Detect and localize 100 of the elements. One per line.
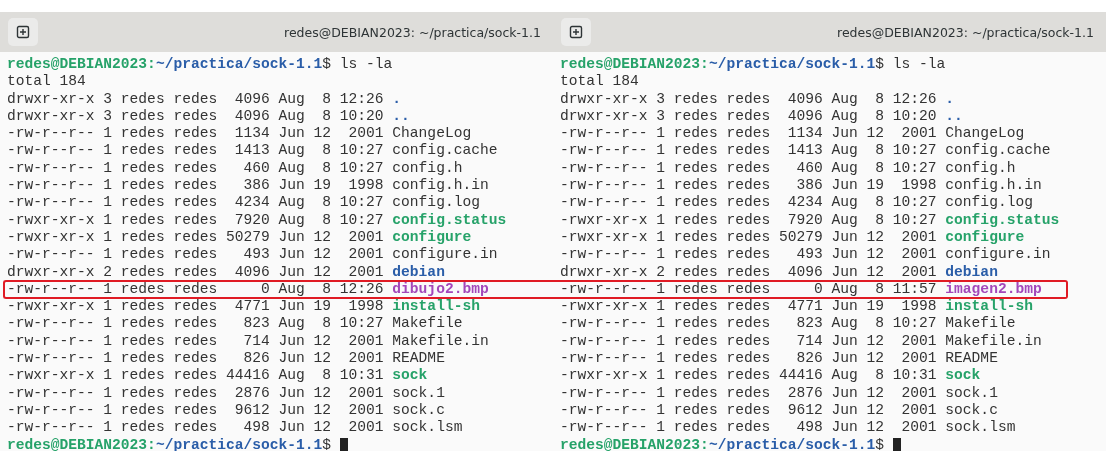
plus-box-icon — [569, 25, 583, 39]
window-title: redes@DEBIAN2023: ~/practica/sock-1.1 — [837, 24, 1094, 40]
file-name: sock.c — [392, 401, 445, 420]
file-name: . — [945, 90, 955, 108]
file-details: -rwxr-xr-x 1 redes redes 4771 Jun 19 1998 — [560, 298, 937, 316]
file-details: drwxr-xr-x 2 redes redes 4096 Jun 12 2001 — [560, 263, 937, 281]
file-details: -rw-r--r-- 1 redes redes 9612 Jun 12 2001 — [7, 401, 384, 420]
file-details: -rw-r--r-- 1 redes redes 0 Aug 8 12:26 — [7, 280, 384, 299]
file-name: config.h — [945, 159, 1016, 178]
file-details: drwxr-xr-x 3 redes redes 4096 Aug 8 10:20 — [560, 107, 937, 126]
file-name: sock.c — [945, 401, 998, 420]
file-name: sock.lsm — [392, 419, 463, 437]
prompt-path: ~/practica/sock-1.1 — [155, 436, 323, 451]
file-name: ChangeLog — [945, 125, 1025, 143]
file-details: -rw-r--r-- 1 redes redes 386 Jun 19 1998 — [7, 177, 384, 195]
total-text: total 184 — [7, 73, 86, 91]
total-text: total 184 — [560, 73, 639, 91]
file-details: drwxr-xr-x 3 redes redes 4096 Aug 8 12:26 — [560, 90, 937, 108]
prompt-path: ~/practica/sock-1.1 — [155, 56, 323, 74]
file-details: -rw-r--r-- 1 redes redes 2876 Jun 12 2001 — [7, 384, 384, 402]
file-name: debian — [392, 263, 445, 281]
file-details: -rw-r--r-- 1 redes redes 826 Jun 12 2001 — [560, 350, 937, 368]
file-details: -rw-r--r-- 1 redes redes 493 Jun 12 2001 — [560, 246, 937, 264]
new-tab-button[interactable] — [561, 18, 591, 46]
file-details: -rw-r--r-- 1 redes redes 460 Aug 8 10:27 — [7, 159, 384, 178]
file-details: -rw-r--r-- 1 redes redes 4234 Aug 8 10:27 — [7, 194, 384, 212]
file-name: ChangeLog — [392, 125, 472, 143]
file-details: -rw-r--r-- 1 redes redes 498 Jun 12 2001 — [560, 419, 937, 437]
file-details: drwxr-xr-x 2 redes redes 4096 Jun 12 2001 — [7, 263, 384, 281]
file-name: debian — [945, 263, 998, 281]
prompt-user-host: redes@DEBIAN2023: — [560, 56, 709, 74]
plus-box-icon — [16, 25, 30, 39]
prompt-path: ~/practica/sock-1.1 — [708, 56, 876, 74]
file-details: -rw-r--r-- 1 redes redes 4234 Aug 8 10:27 — [560, 194, 937, 212]
file-name: configure — [945, 228, 1025, 247]
file-name: .. — [392, 107, 410, 126]
file-name: sock.1 — [392, 384, 445, 402]
file-name: config.cache — [945, 142, 1051, 160]
prompt-user-host: redes@DEBIAN2023: — [7, 436, 156, 451]
file-name: config.h.in — [392, 177, 489, 195]
file-name: install-sh — [392, 298, 480, 316]
file-name: sock.1 — [945, 384, 998, 402]
file-details: -rw-r--r-- 1 redes redes 460 Aug 8 10:27 — [560, 159, 937, 178]
file-details: -rw-r--r-- 1 redes redes 0 Aug 8 11:57 — [560, 280, 937, 299]
file-details: -rwxr-xr-x 1 redes redes 50279 Jun 12 2001 — [560, 228, 937, 247]
file-details: -rw-r--r-- 1 redes redes 493 Jun 12 2001 — [7, 246, 384, 264]
file-details: -rw-r--r-- 1 redes redes 1134 Jun 12 2001 — [7, 125, 384, 143]
file-details: -rw-r--r-- 1 redes redes 498 Jun 12 2001 — [7, 419, 384, 437]
file-name: config.h — [392, 159, 463, 178]
text-cursor — [340, 437, 349, 451]
file-name: configure.in — [945, 246, 1051, 264]
file-name: dibujo2.bmp — [392, 280, 489, 299]
file-name: config.status — [945, 211, 1060, 229]
file-name: README — [392, 350, 445, 368]
file-details: -rwxr-xr-x 1 redes redes 44416 Aug 8 10:31 — [7, 367, 384, 385]
file-name: configure.in — [392, 246, 498, 264]
file-details: -rw-r--r-- 1 redes redes 826 Jun 12 2001 — [7, 350, 384, 368]
file-name: imagen2.bmp — [945, 280, 1042, 299]
file-name: install-sh — [945, 298, 1033, 316]
file-name: . — [392, 90, 402, 108]
file-details: -rw-r--r-- 1 redes redes 386 Jun 19 1998 — [560, 177, 937, 195]
file-name: README — [945, 350, 998, 368]
command-text: $ — [322, 436, 332, 451]
file-name: Makefile.in — [945, 332, 1042, 351]
file-details: -rwxr-xr-x 1 redes redes 7920 Aug 8 10:27 — [7, 211, 384, 229]
file-name: Makefile — [392, 315, 463, 333]
file-details: drwxr-xr-x 3 redes redes 4096 Aug 8 12:26 — [7, 90, 384, 108]
file-name: config.h.in — [945, 177, 1042, 195]
file-name: sock.lsm — [945, 419, 1016, 437]
file-details: -rw-r--r-- 1 redes redes 1413 Aug 8 10:27 — [7, 142, 384, 160]
file-details: -rw-r--r-- 1 redes redes 1413 Aug 8 10:27 — [560, 142, 937, 160]
file-details: -rw-r--r-- 1 redes redes 823 Aug 8 10:27 — [560, 315, 937, 333]
window-title: redes@DEBIAN2023: ~/practica/sock-1.1 — [284, 24, 541, 40]
file-name: Makefile.in — [392, 332, 489, 351]
command-text: $ ls -la — [875, 56, 946, 74]
new-tab-button[interactable] — [8, 18, 38, 46]
file-name: config.status — [392, 211, 507, 229]
file-details: -rwxr-xr-x 1 redes redes 50279 Jun 12 2001 — [7, 228, 384, 247]
file-details: -rw-r--r-- 1 redes redes 714 Jun 12 2001 — [560, 332, 937, 351]
file-details: -rw-r--r-- 1 redes redes 714 Jun 12 2001 — [7, 332, 384, 351]
file-name: config.log — [945, 194, 1033, 212]
prompt-user-host: redes@DEBIAN2023: — [7, 56, 156, 74]
command-text: $ ls -la — [322, 56, 393, 74]
prompt-path: ~/practica/sock-1.1 — [708, 436, 876, 451]
file-details: -rwxr-xr-x 1 redes redes 44416 Aug 8 10:31 — [560, 367, 937, 385]
text-cursor — [893, 437, 902, 451]
file-details: -rwxr-xr-x 1 redes redes 7920 Aug 8 10:27 — [560, 211, 937, 229]
command-text: $ — [875, 436, 885, 451]
prompt-user-host: redes@DEBIAN2023: — [560, 436, 709, 451]
file-details: -rwxr-xr-x 1 redes redes 4771 Jun 19 1998 — [7, 298, 384, 316]
file-name: Makefile — [945, 315, 1016, 333]
file-details: -rw-r--r-- 1 redes redes 823 Aug 8 10:27 — [7, 315, 384, 333]
file-name: configure — [392, 228, 472, 247]
file-details: -rw-r--r-- 1 redes redes 2876 Jun 12 2001 — [560, 384, 937, 402]
file-details: drwxr-xr-x 3 redes redes 4096 Aug 8 10:20 — [7, 107, 384, 126]
file-details: -rw-r--r-- 1 redes redes 9612 Jun 12 2001 — [560, 401, 937, 420]
file-name: config.log — [392, 194, 480, 212]
file-name: sock — [392, 367, 428, 385]
file-name: sock — [945, 367, 981, 385]
file-name: .. — [945, 107, 963, 126]
